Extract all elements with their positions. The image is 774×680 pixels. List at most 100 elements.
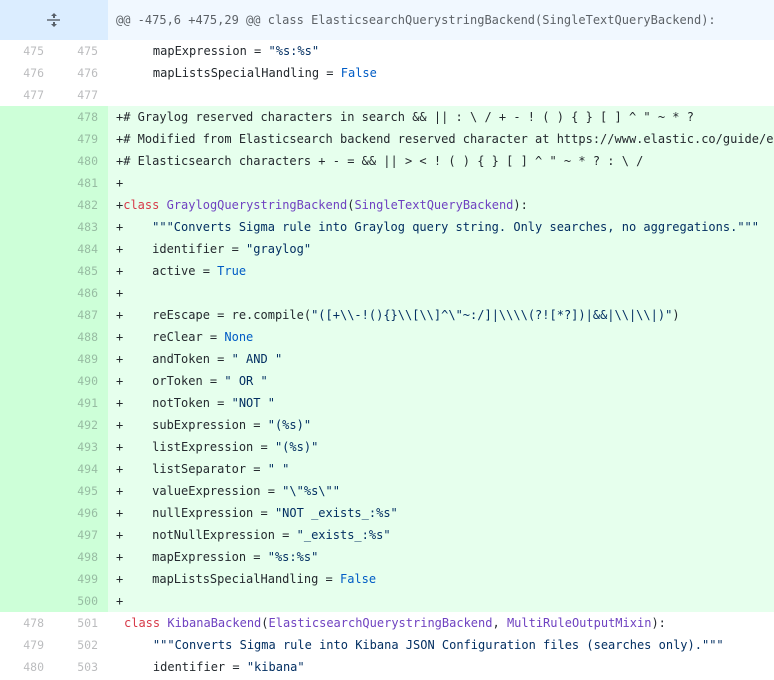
old-line-number[interactable] [0,590,54,612]
added-line: 498 + mapExpression = "%s:%s" [0,546,774,568]
new-line-number[interactable]: 475 [54,40,108,62]
added-line: 479 +# Modified from Elasticsearch backen… [0,128,774,150]
old-line-number[interactable]: 476 [0,62,54,84]
expand-hunk-button[interactable] [0,0,108,40]
code-line: """Converts Sigma rule into Kibana JSON … [108,634,774,656]
old-line-number[interactable] [0,568,54,590]
new-line-number[interactable]: 482 [54,194,108,216]
new-line-number[interactable]: 496 [54,502,108,524]
code-line: + mapListsSpecialHandling = False [108,568,774,590]
added-line: 483 + """Converts Sigma rule into Graylog… [0,216,774,238]
code-token: None [224,330,254,344]
new-line-number[interactable]: 503 [54,656,108,678]
code-line: + nullExpression = "NOT _exists_:%s" [108,502,774,524]
new-line-number[interactable]: 495 [54,480,108,502]
added-line: 490 + orToken = " OR " [0,370,774,392]
old-line-number[interactable] [0,480,54,502]
old-line-number[interactable]: 479 [0,634,54,656]
added-line: 486 + [0,282,774,304]
old-line-number[interactable] [0,392,54,414]
code-token: ) [672,308,680,322]
old-line-number[interactable] [0,304,54,326]
new-line-number[interactable]: 499 [54,568,108,590]
new-line-number[interactable]: 501 [54,612,108,634]
hunk-header: @@ -475,6 +475,29 @@ class Elasticsearch… [0,0,774,40]
code-token: class [124,616,168,630]
old-line-number[interactable] [0,172,54,194]
context-line: 477 477 [0,84,774,106]
code-token: True [217,264,247,278]
old-line-number[interactable] [0,348,54,370]
new-line-number[interactable]: 483 [54,216,108,238]
old-line-number[interactable] [0,128,54,150]
code-line: + [108,282,774,304]
code-token: +# Elasticsearch characters + - = && || … [116,154,644,168]
new-line-number[interactable]: 480 [54,150,108,172]
new-line-number[interactable]: 484 [54,238,108,260]
old-line-number[interactable]: 480 [0,656,54,678]
old-line-number[interactable] [0,436,54,458]
code-token: + reEscape = re.compile( [116,308,312,322]
added-line: 478 +# Graylog reserved characters in sea… [0,106,774,128]
new-line-number[interactable]: 479 [54,128,108,150]
new-line-number[interactable]: 477 [54,84,108,106]
new-line-number[interactable]: 500 [54,590,108,612]
added-line: 492 + subExpression = "(%s)" [0,414,774,436]
added-line: 493 + listExpression = "(%s)" [0,436,774,458]
code-token: False [339,572,377,586]
added-line: 480 +# Elasticsearch characters + - = && … [0,150,774,172]
new-line-number[interactable]: 478 [54,106,108,128]
code-line: +# Elasticsearch characters + - = && || … [108,150,774,172]
new-line-number[interactable]: 497 [54,524,108,546]
new-line-number[interactable]: 489 [54,348,108,370]
context-line: 480 503 identifier = "kibana" [0,656,774,678]
new-line-number[interactable]: 487 [54,304,108,326]
old-line-number[interactable] [0,370,54,392]
code-token: + [116,286,124,300]
new-line-number[interactable]: 488 [54,326,108,348]
new-line-number[interactable]: 502 [54,634,108,656]
old-line-number[interactable]: 477 [0,84,54,106]
old-line-number[interactable] [0,546,54,568]
old-line-number[interactable] [0,194,54,216]
old-line-number[interactable] [0,260,54,282]
added-line: 499 + mapListsSpecialHandling = False [0,568,774,590]
old-line-number[interactable] [0,502,54,524]
added-line: 484 + identifier = "graylog" [0,238,774,260]
old-line-number[interactable] [0,150,54,172]
old-line-number[interactable] [0,524,54,546]
code-line: + valueExpression = "\"%s\"" [108,480,774,502]
old-line-number[interactable] [0,282,54,304]
context-line: 478 501 class KibanaBackend(ElasticsearchQ… [0,612,774,634]
old-line-number[interactable] [0,414,54,436]
code-token: + mapExpression = [116,550,268,564]
new-line-number[interactable]: 498 [54,546,108,568]
old-line-number[interactable]: 475 [0,40,54,62]
old-line-number[interactable]: 478 [0,612,54,634]
new-line-number[interactable]: 476 [54,62,108,84]
old-line-number[interactable] [0,106,54,128]
code-token: ElasticsearchQuerystringBackend [268,616,493,630]
new-line-number[interactable]: 481 [54,172,108,194]
code-line: + [108,590,774,612]
new-line-number[interactable]: 494 [54,458,108,480]
old-line-number[interactable] [0,238,54,260]
code-token: ): [513,198,528,212]
code-line: + reEscape = re.compile("([+\\-!(){}\\[\… [108,304,774,326]
code-line: + active = True [108,260,774,282]
old-line-number[interactable] [0,326,54,348]
code-line: +class GraylogQuerystringBackend(SingleT… [108,194,774,216]
diff-lines: 475 475 mapExpression = "%s:%s" 476 476 map… [0,40,774,678]
code-token: "(%s)" [267,418,312,432]
old-line-number[interactable] [0,216,54,238]
new-line-number[interactable]: 486 [54,282,108,304]
code-token: + orToken = [116,374,225,388]
new-line-number[interactable]: 491 [54,392,108,414]
old-line-number[interactable] [0,458,54,480]
new-line-number[interactable]: 485 [54,260,108,282]
new-line-number[interactable]: 490 [54,370,108,392]
code-line: +# Graylog reserved characters in search… [108,106,774,128]
new-line-number[interactable]: 492 [54,414,108,436]
new-line-number[interactable]: 493 [54,436,108,458]
